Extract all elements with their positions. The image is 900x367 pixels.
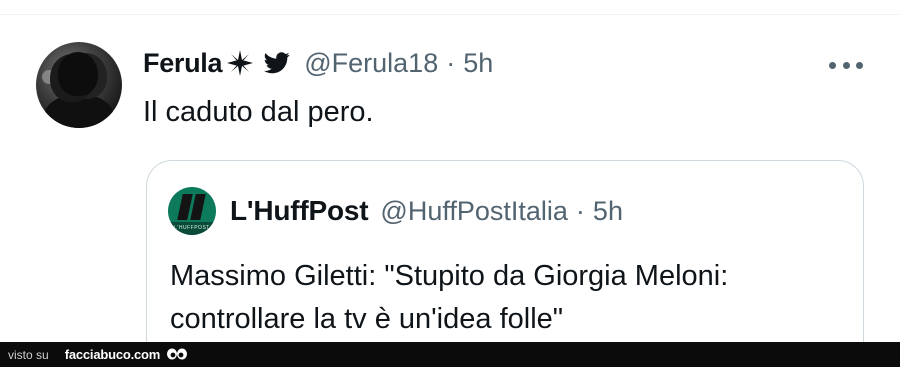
tweet-header: Ferula @Ferula18 · 5h bbox=[143, 46, 493, 80]
quoted-tweet-card[interactable]: L'HUFFPOST L'HuffPost @HuffPostItalia · … bbox=[146, 160, 864, 367]
watermark-footer: visto su facciabuco.com bbox=[0, 342, 900, 367]
top-divider bbox=[0, 14, 900, 15]
quoted-timestamp[interactable]: 5h bbox=[593, 196, 623, 227]
avatar-head bbox=[58, 52, 98, 96]
logo-bar bbox=[190, 194, 206, 220]
tweet-text: Il caduto dal pero. bbox=[143, 96, 374, 128]
quoted-display-name[interactable]: L'HuffPost bbox=[230, 195, 369, 227]
quoted-tweet-text: Massimo Giletti: "Stupito da Giorgia Mel… bbox=[170, 260, 729, 335]
quoted-handle[interactable]: @HuffPostItalia bbox=[380, 196, 568, 227]
more-dot bbox=[829, 61, 836, 69]
huffpost-logo-icon[interactable]: L'HUFFPOST bbox=[168, 187, 216, 235]
separator-dot: · bbox=[446, 47, 456, 78]
quoted-separator-dot: · bbox=[575, 195, 585, 226]
timestamp[interactable]: 5h bbox=[463, 48, 493, 79]
avatar-highlight bbox=[42, 70, 56, 84]
display-name[interactable]: Ferula bbox=[143, 48, 223, 79]
eyes-icon bbox=[167, 348, 188, 359]
avatar-shoulders bbox=[44, 94, 114, 128]
sparkle-star-icon bbox=[227, 50, 254, 76]
twitter-bird-icon bbox=[264, 52, 290, 74]
footer-prefix: visto su bbox=[8, 347, 49, 362]
footer-brand[interactable]: facciabuco.com bbox=[65, 347, 161, 362]
handle[interactable]: @Ferula18 bbox=[304, 48, 438, 79]
quoted-tweet-header: L'HUFFPOST L'HuffPost @HuffPostItalia · … bbox=[168, 187, 623, 235]
more-dot bbox=[856, 61, 863, 69]
more-dots-icon[interactable] bbox=[829, 58, 863, 72]
logo-wordmark: L'HUFFPOST bbox=[168, 222, 216, 235]
avatar[interactable] bbox=[36, 42, 122, 128]
more-dot bbox=[842, 61, 850, 69]
